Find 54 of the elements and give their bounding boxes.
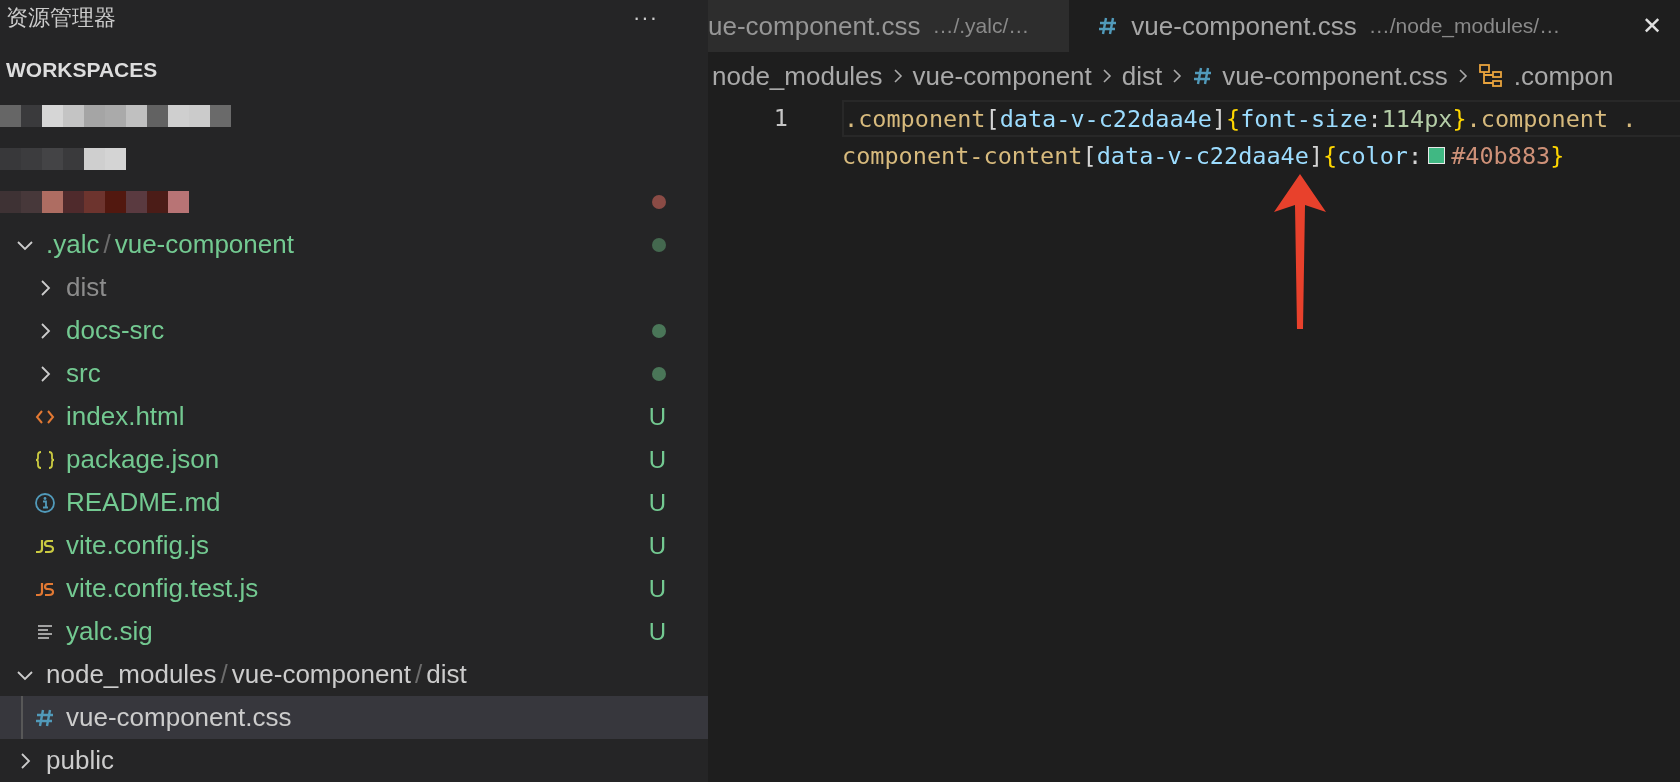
breadcrumb-item[interactable]: node_modules [712,60,883,92]
breadcrumb-item[interactable]: .compon [1513,60,1614,92]
tab-title: ue-component.css [708,10,921,42]
curly-braces-icon [34,448,56,471]
tree-item[interactable]: package.json U [0,438,708,481]
git-status-letter: U [648,574,666,603]
editor-tab[interactable]: vue-component.css …/node_modules/… ✕ [1069,0,1680,52]
info-icon [34,491,56,514]
explorer-title: 资源管理器 [6,4,116,32]
tree-item[interactable]: .yalc/vue-component [0,223,708,266]
git-status-letter: U [648,488,666,517]
code-text: component-content[data-v-c22daa4e]{color: [842,141,1423,170]
tab-title: vue-component.css [1131,10,1357,42]
file-name: docs-src [66,315,165,346]
file-name: vite.config.js [66,530,210,561]
breadcrumb-item[interactable]: dist [1121,60,1163,92]
editor-tab[interactable]: ue-component.css …/.yalc/… [708,0,1070,52]
file-name: yalc.sig [66,616,153,647]
file-name: public [46,745,114,776]
file-name: index.html [66,401,185,432]
tree-item[interactable]: README.md U [0,481,708,524]
git-status-letter: U [648,402,666,431]
workspaces-header[interactable]: WORKSPACES [0,56,164,84]
file-name: node_modules/vue-component/dist [46,659,467,690]
tree-item[interactable]: index.html U [0,395,708,438]
tree-item[interactable]: vite.config.test.js U [0,567,708,610]
tree-item[interactable]: vite.config.js U [0,524,708,567]
close-button[interactable]: ✕ [1638,12,1666,40]
tree-item[interactable]: yalc.sig U [0,610,708,653]
tree-item[interactable]: vue-component.css [0,696,708,739]
tree-item[interactable]: dist [0,266,708,309]
tree-item[interactable]: public [0,739,708,782]
breadcrumb-item[interactable]: vue-component [912,60,1092,92]
git-status-letter: U [648,445,666,474]
tab-path: …/node_modules/… [1368,14,1561,38]
color-swatch-icon[interactable] [1428,147,1446,164]
breadcrumb-item[interactable]: vue-component.css [1222,60,1448,92]
git-status-letter: U [648,617,666,646]
line-number: 1 [772,103,789,134]
git-status-letter: U [648,531,666,560]
file-name: vite.config.test.js [66,573,259,604]
tab-path: …/.yalc/… [932,14,1030,38]
tree-item[interactable]: docs-src [0,309,708,352]
file-name: .yalc/vue-component [46,229,294,260]
file-name: README.md [66,487,221,518]
code-text: .component[data-v-c22daa4e]{font-size:114px}.component . [844,104,1637,133]
code-text: #40b883} [1451,141,1565,170]
tree-item[interactable]: src [0,352,708,395]
file-name: package.json [66,444,220,475]
file-name: vue-component.css [66,702,292,733]
tree-item[interactable]: node_modules/vue-component/dist [0,653,708,696]
more-actions-button[interactable]: ··· [629,5,662,31]
file-name: src [66,358,101,389]
file-name: dist [66,272,107,303]
